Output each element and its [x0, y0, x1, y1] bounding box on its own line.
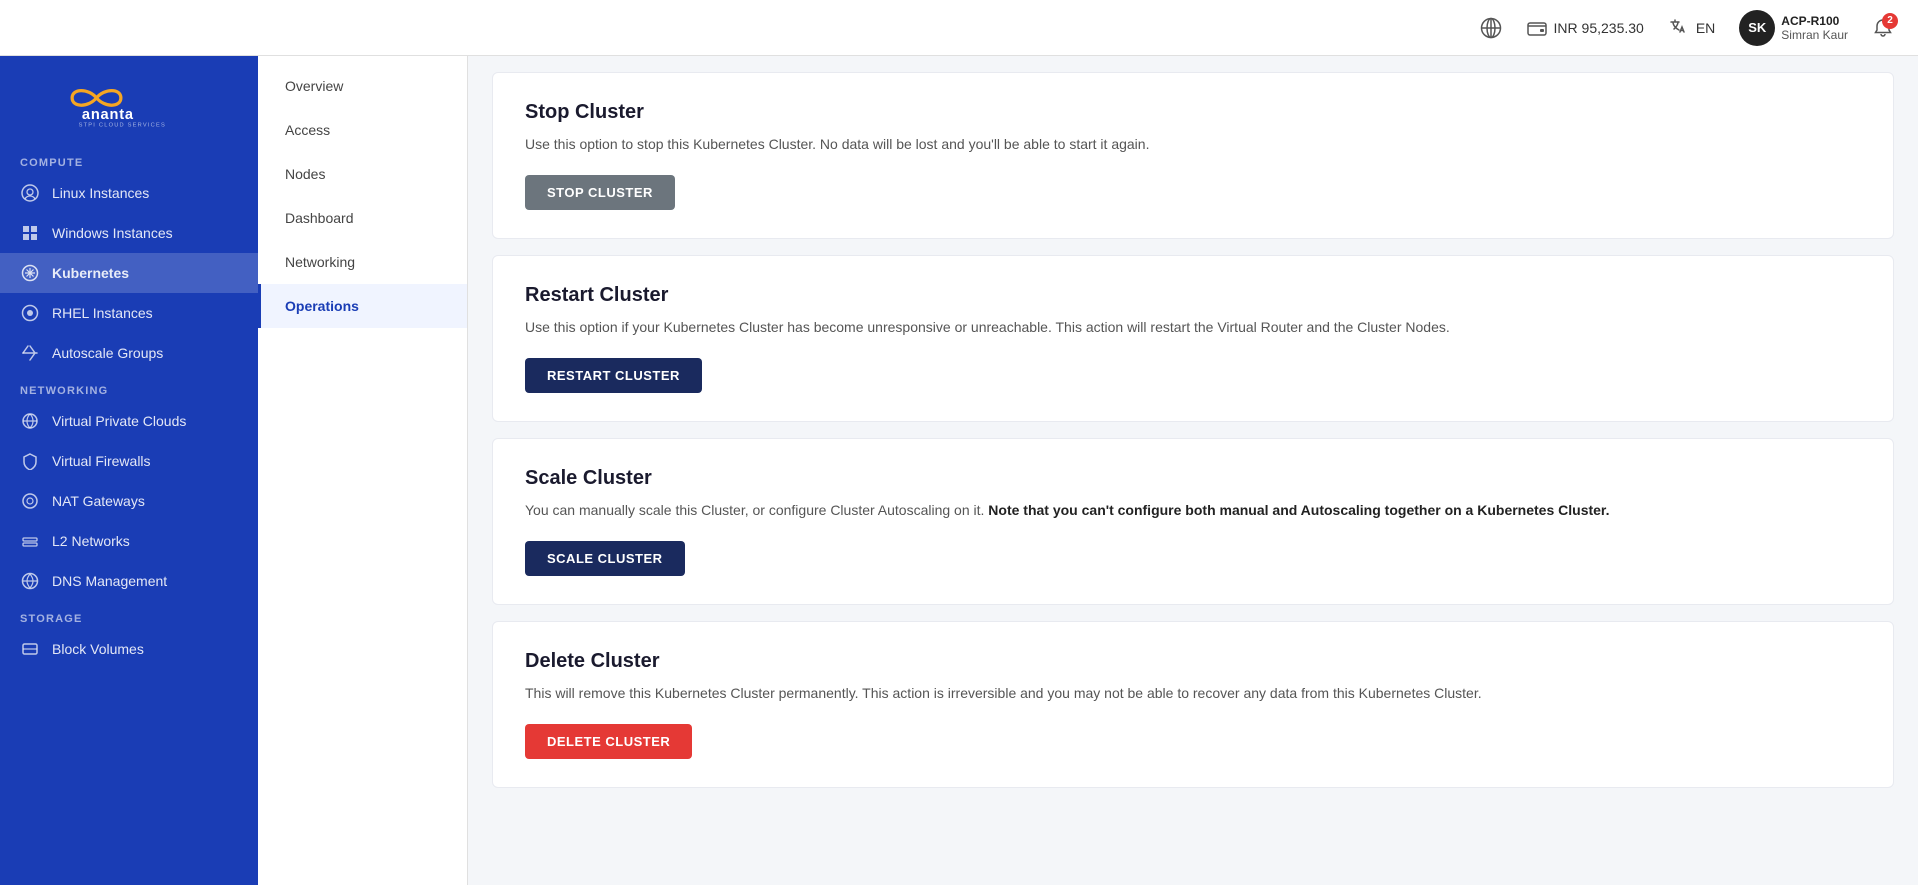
- firewall-icon: [20, 451, 40, 471]
- sidebar-item-firewalls[interactable]: Virtual Firewalls: [0, 441, 258, 481]
- subnav-item-operations[interactable]: Operations: [258, 284, 467, 328]
- subnav-item-label: Access: [285, 122, 330, 138]
- sidebar-item-label: Linux Instances: [52, 185, 149, 201]
- subnav: Overview Access Nodes Dashboard Networki…: [258, 56, 468, 885]
- sidebar: ananta STPI CLOUD SERVICES COMPUTE Linux…: [0, 56, 258, 885]
- restart-cluster-section: Restart Cluster Use this option if your …: [492, 255, 1894, 422]
- scale-cluster-button[interactable]: SCALE CLUSTER: [525, 541, 685, 576]
- user-info: ACP-R100 Simran Kaur: [1781, 14, 1848, 42]
- sidebar-item-label: Autoscale Groups: [52, 345, 163, 361]
- subnav-item-dashboard[interactable]: Dashboard: [258, 196, 467, 240]
- sidebar-item-label: Block Volumes: [52, 641, 144, 657]
- translate-icon: [1668, 17, 1690, 39]
- block-volumes-icon: [20, 639, 40, 659]
- balance-display: INR 95,235.30: [1526, 17, 1644, 39]
- sidebar-item-label: Virtual Firewalls: [52, 453, 151, 469]
- sidebar-item-label: DNS Management: [52, 573, 167, 589]
- subnav-item-label: Overview: [285, 78, 343, 94]
- subnav-item-access[interactable]: Access: [258, 108, 467, 152]
- sidebar-item-dns-management[interactable]: DNS Management: [0, 561, 258, 601]
- restart-cluster-button[interactable]: RESTART CLUSTER: [525, 358, 702, 393]
- scale-cluster-section: Scale Cluster You can manually scale thi…: [492, 438, 1894, 605]
- content-area: Stop Cluster Use this option to stop thi…: [468, 56, 1918, 885]
- delete-cluster-description: This will remove this Kubernetes Cluster…: [525, 683, 1861, 704]
- language-selector[interactable]: EN: [1668, 17, 1715, 39]
- nat-icon: [20, 491, 40, 511]
- sidebar-item-linux-instances[interactable]: Linux Instances: [0, 173, 258, 213]
- subnav-item-label: Operations: [285, 298, 359, 314]
- scale-desc-bold: Note that you can't configure both manua…: [988, 502, 1609, 518]
- sidebar-item-label: Windows Instances: [52, 225, 173, 241]
- stop-cluster-description: Use this option to stop this Kubernetes …: [525, 134, 1861, 155]
- stop-cluster-button[interactable]: STOP CLUSTER: [525, 175, 675, 210]
- sidebar-item-windows-instances[interactable]: Windows Instances: [0, 213, 258, 253]
- avatar: SK: [1739, 10, 1775, 46]
- logo: ananta STPI CLOUD SERVICES: [0, 56, 258, 145]
- account-id: ACP-R100: [1781, 14, 1839, 28]
- restart-cluster-title: Restart Cluster: [525, 284, 1861, 307]
- sidebar-item-rhel-instances[interactable]: RHEL Instances: [0, 293, 258, 333]
- sidebar-item-kubernetes[interactable]: Kubernetes: [0, 253, 258, 293]
- sidebar-item-l2-networks[interactable]: L2 Networks: [0, 521, 258, 561]
- sidebar-item-label: RHEL Instances: [52, 305, 153, 321]
- stop-cluster-title: Stop Cluster: [525, 101, 1861, 124]
- restart-cluster-description: Use this option if your Kubernetes Clust…: [525, 317, 1861, 338]
- sidebar-item-label: Virtual Private Clouds: [52, 413, 186, 429]
- storage-section-label: STORAGE: [0, 601, 258, 629]
- linux-icon: [20, 183, 40, 203]
- l2-icon: [20, 531, 40, 551]
- delete-cluster-button[interactable]: DELETE CLUSTER: [525, 724, 692, 759]
- sidebar-item-label: L2 Networks: [52, 533, 130, 549]
- networking-section-label: NETWORKING: [0, 373, 258, 401]
- sidebar-item-label: Kubernetes: [52, 265, 129, 281]
- user-name: Simran Kaur: [1781, 28, 1848, 42]
- notifications-button[interactable]: 2: [1872, 17, 1894, 39]
- dns-icon: [20, 571, 40, 591]
- delete-cluster-section: Delete Cluster This will remove this Kub…: [492, 621, 1894, 788]
- compute-section-label: COMPUTE: [0, 145, 258, 173]
- autoscale-icon: [20, 343, 40, 363]
- subnav-item-nodes[interactable]: Nodes: [258, 152, 467, 196]
- scale-cluster-description: You can manually scale this Cluster, or …: [525, 500, 1861, 521]
- stop-cluster-section: Stop Cluster Use this option to stop thi…: [492, 72, 1894, 239]
- notification-count: 2: [1882, 13, 1898, 29]
- rhel-icon: [20, 303, 40, 323]
- balance-text: INR 95,235.30: [1554, 20, 1644, 36]
- lang-text: EN: [1696, 20, 1715, 36]
- sidebar-item-nat-gateways[interactable]: NAT Gateways: [0, 481, 258, 521]
- kubernetes-icon: [20, 263, 40, 283]
- wallet-icon: [1526, 17, 1548, 39]
- scale-desc-normal: You can manually scale this Cluster, or …: [525, 502, 988, 518]
- subnav-item-networking[interactable]: Networking: [258, 240, 467, 284]
- sidebar-item-label: NAT Gateways: [52, 493, 145, 509]
- subnav-item-label: Nodes: [285, 166, 325, 182]
- subnav-item-overview[interactable]: Overview: [258, 64, 467, 108]
- subnav-item-label: Networking: [285, 254, 355, 270]
- subnav-item-label: Dashboard: [285, 210, 354, 226]
- svg-text:ananta: ananta: [82, 107, 134, 123]
- user-profile[interactable]: SK ACP-R100 Simran Kaur: [1739, 10, 1848, 46]
- delete-cluster-title: Delete Cluster: [525, 650, 1861, 673]
- globe-icon-btn[interactable]: [1480, 17, 1502, 39]
- globe-icon: [1480, 17, 1502, 39]
- main-layout: ananta STPI CLOUD SERVICES COMPUTE Linux…: [0, 56, 1918, 885]
- sidebar-item-vpcs[interactable]: Virtual Private Clouds: [0, 401, 258, 441]
- scale-cluster-title: Scale Cluster: [525, 467, 1861, 490]
- svg-text:STPI CLOUD SERVICES: STPI CLOUD SERVICES: [79, 122, 166, 128]
- sidebar-item-block-volumes[interactable]: Block Volumes: [0, 629, 258, 669]
- topbar: INR 95,235.30 EN SK ACP-R100 Simran Kaur…: [0, 0, 1918, 56]
- vpc-icon: [20, 411, 40, 431]
- windows-icon: [20, 223, 40, 243]
- sidebar-item-autoscale-groups[interactable]: Autoscale Groups: [0, 333, 258, 373]
